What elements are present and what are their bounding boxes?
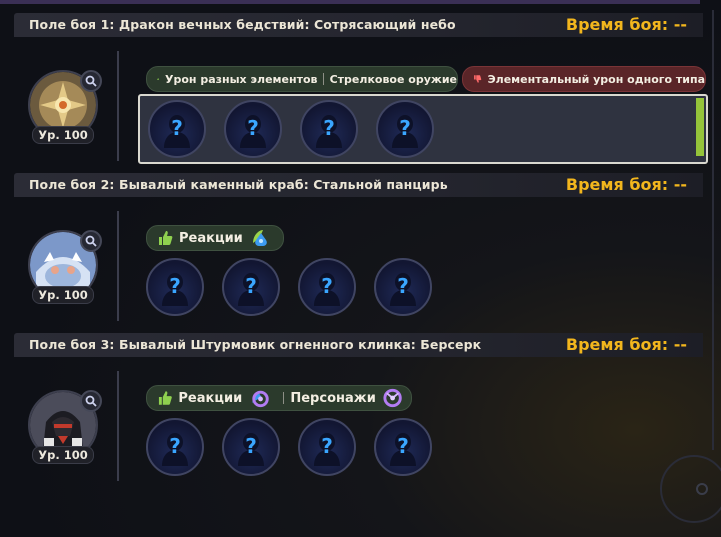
svg-text:?: ? [321, 434, 333, 458]
tag-label: Урон разных элементов [164, 72, 318, 86]
unknown-character-icon: ? [164, 115, 190, 148]
tag-separator [283, 392, 285, 404]
unknown-character-icon: ? [238, 433, 264, 466]
svg-text:?: ? [399, 116, 411, 140]
stage-title: Поле боя 1: Дракон вечных бедствий: Сотр… [29, 17, 456, 32]
divider [117, 211, 119, 321]
character-slot[interactable]: ? [222, 258, 280, 316]
battle-time: Время боя: -- [565, 335, 687, 354]
tag-label: Реакции [178, 390, 243, 406]
not-recommended-tag[interactable]: Элементальный урон одного типа [462, 66, 706, 92]
character-slot[interactable]: ? [222, 418, 280, 476]
search-icon[interactable] [80, 390, 102, 412]
unknown-character-icon: ? [314, 433, 340, 466]
search-icon[interactable] [80, 230, 102, 252]
svg-text:?: ? [323, 116, 335, 140]
svg-text:?: ? [169, 434, 181, 458]
character-slot[interactable]: ? [300, 100, 358, 158]
tag-label: Реакции [179, 230, 243, 246]
selected-indicator [696, 98, 704, 156]
stage-header: Поле боя 3: Бывалый Штурмовик огненного … [14, 333, 703, 357]
boss-level: Ур. 100 [32, 446, 94, 464]
unknown-character-icon: ? [390, 433, 416, 466]
svg-text:?: ? [171, 116, 183, 140]
party-slots-selected[interactable]: ? ? ? ? [138, 94, 708, 164]
tag-label: Элементальный урон одного типа [487, 72, 705, 86]
boss-portrait[interactable]: Ур. 100 [28, 390, 102, 464]
battle-time: Время боя: -- [565, 15, 687, 34]
stage-title: Поле боя 2: Бывалый каменный краб: Сталь… [29, 177, 448, 192]
divider [117, 51, 119, 161]
boss-portrait[interactable]: Ур. 100 [28, 70, 102, 144]
boss-level: Ур. 100 [32, 286, 94, 304]
boss-portrait[interactable]: Ур. 100 [28, 230, 102, 304]
hydro-electro-reaction-icon [252, 390, 269, 408]
thumbs-up-icon [157, 78, 159, 80]
character-slot[interactable]: ? [146, 258, 204, 316]
svg-text:?: ? [247, 116, 259, 140]
svg-text:?: ? [397, 434, 409, 458]
tag-label: Персонажи [290, 390, 376, 406]
rail-line [712, 10, 714, 450]
unknown-character-icon: ? [240, 115, 266, 148]
recommended-tag[interactable]: Реакции [146, 225, 284, 251]
recommended-tag[interactable]: Урон разных элементов Стрелковое оружие [146, 66, 458, 92]
top-strip [0, 0, 700, 4]
character-slot[interactable]: ? [374, 258, 432, 316]
svg-text:?: ? [321, 274, 333, 298]
character-slot[interactable]: ? [148, 100, 206, 158]
svg-text:?: ? [397, 274, 409, 298]
thumbs-up-icon [159, 231, 173, 245]
svg-text:?: ? [169, 274, 181, 298]
party-slots[interactable]: ? ? ? ? [138, 414, 704, 480]
dendro-hydro-reaction-icon [252, 230, 267, 246]
electro-icon [383, 388, 402, 408]
unknown-character-icon: ? [390, 273, 416, 306]
unknown-character-icon: ? [162, 273, 188, 306]
divider [117, 371, 119, 481]
character-slot[interactable]: ? [374, 418, 432, 476]
rail-dot [696, 483, 708, 495]
battle-time: Время боя: -- [565, 175, 687, 194]
party-slots[interactable]: ? ? ? ? [138, 254, 704, 320]
unknown-character-icon: ? [238, 273, 264, 306]
stage-header: Поле боя 1: Дракон вечных бедствий: Сотр… [14, 13, 703, 37]
character-slot[interactable]: ? [146, 418, 204, 476]
character-slot[interactable]: ? [298, 258, 356, 316]
thumbs-down-icon [474, 75, 482, 83]
thumbs-up-icon [158, 391, 172, 405]
unknown-character-icon: ? [314, 273, 340, 306]
unknown-character-icon: ? [162, 433, 188, 466]
stage-header: Поле боя 2: Бывалый каменный краб: Сталь… [14, 173, 703, 197]
svg-text:?: ? [245, 434, 257, 458]
recommended-tag[interactable]: Реакции Персонажи [146, 385, 412, 411]
unknown-character-icon: ? [316, 115, 342, 148]
character-slot[interactable]: ? [224, 100, 282, 158]
stage-title: Поле боя 3: Бывалый Штурмовик огненного … [29, 337, 482, 352]
character-slot[interactable]: ? [298, 418, 356, 476]
right-rail [660, 0, 721, 537]
boss-level: Ур. 100 [32, 126, 94, 144]
search-icon[interactable] [80, 70, 102, 92]
unknown-character-icon: ? [392, 115, 418, 148]
character-slot[interactable]: ? [376, 100, 434, 158]
tag-label: Стрелковое оружие [329, 72, 457, 86]
svg-text:?: ? [245, 274, 257, 298]
